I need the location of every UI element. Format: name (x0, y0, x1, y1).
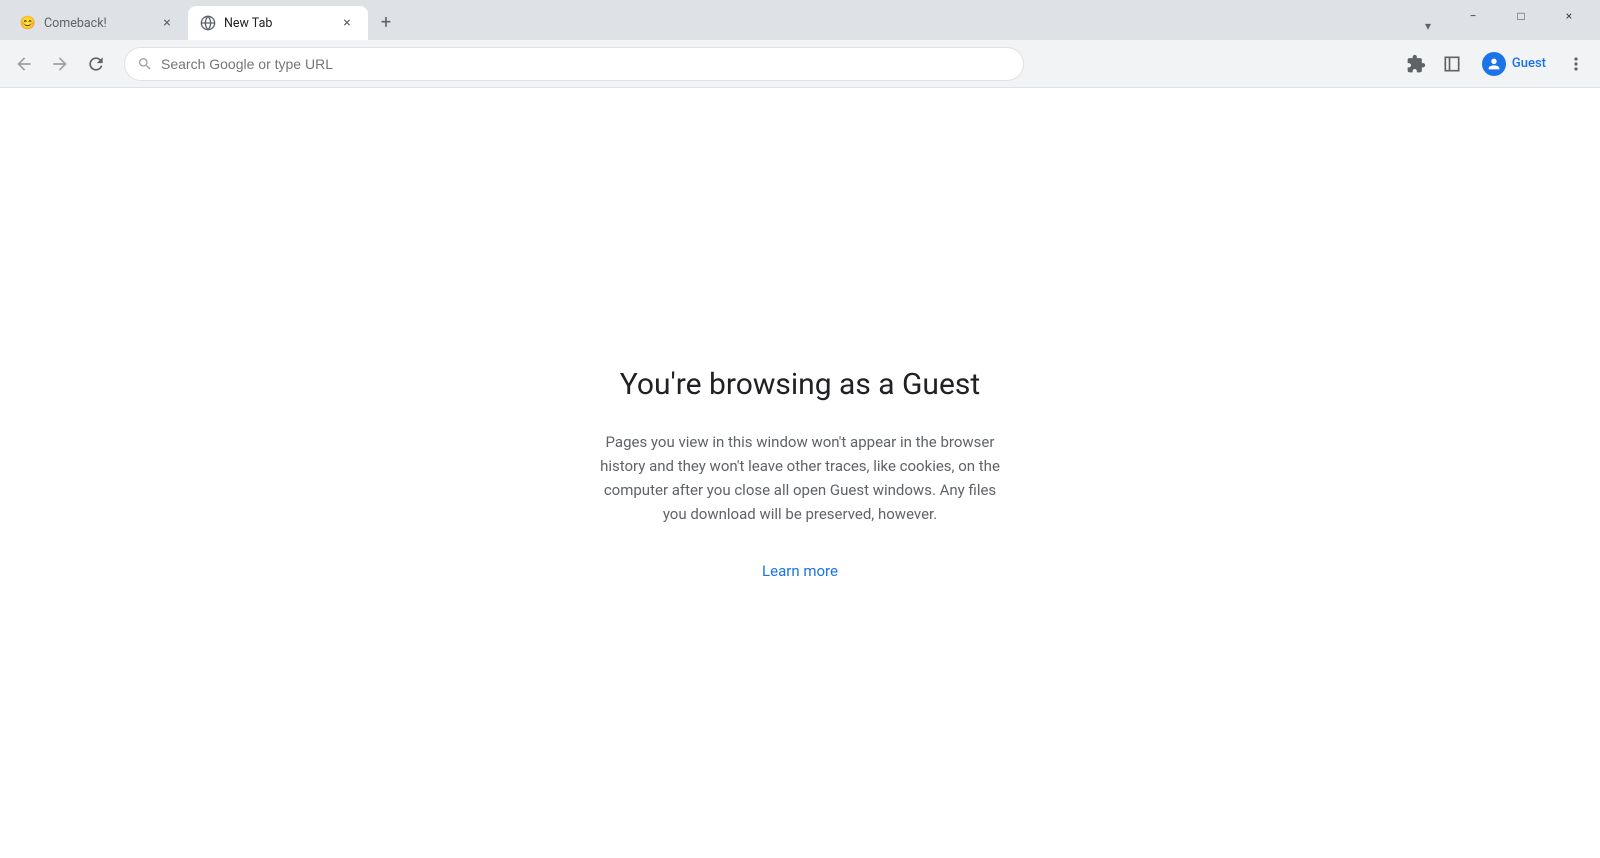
main-content: You're browsing as a Guest Pages you vie… (0, 88, 1600, 858)
address-bar-container (124, 47, 1024, 81)
reload-icon (86, 54, 106, 74)
tab-comeback-title: Comeback! (44, 16, 150, 31)
extensions-button[interactable] (1400, 48, 1432, 80)
tab-new-title: New Tab (224, 16, 330, 31)
guest-description: Pages you view in this window won't appe… (600, 430, 1000, 526)
forward-button[interactable] (44, 48, 76, 80)
sidebar-icon (1442, 54, 1462, 74)
profile-label: Guest (1512, 56, 1546, 71)
tabs-container: 😊 Comeback! × New Tab × + (0, 0, 1414, 40)
extensions-icon (1406, 54, 1426, 74)
menu-button[interactable] (1560, 48, 1592, 80)
tab-new-close[interactable]: × (338, 14, 356, 32)
sidebar-toggle-button[interactable] (1436, 48, 1468, 80)
forward-icon (50, 54, 70, 74)
profile-button[interactable]: Guest (1472, 48, 1556, 80)
back-button[interactable] (8, 48, 40, 80)
minimize-button[interactable]: − (1450, 0, 1496, 32)
toolbar-right: Guest (1400, 48, 1592, 80)
learn-more-link[interactable]: Learn more (762, 562, 838, 580)
tab-new[interactable]: New Tab × (188, 6, 368, 40)
guest-heading: You're browsing as a Guest (620, 367, 980, 402)
tab-list-button[interactable]: ▾ (1414, 12, 1442, 40)
tab-comeback-close[interactable]: × (158, 14, 176, 32)
tab-new-favicon (200, 15, 216, 31)
address-bar[interactable] (124, 47, 1024, 81)
reload-button[interactable] (80, 48, 112, 80)
menu-icon (1566, 54, 1586, 74)
maximize-button[interactable]: □ (1498, 0, 1544, 32)
window-controls: − □ × (1442, 0, 1600, 40)
profile-avatar (1482, 52, 1506, 76)
toolbar: Guest (0, 40, 1600, 88)
tab-comeback-favicon: 😊 (20, 15, 36, 31)
tab-list-icon: ▾ (1425, 19, 1431, 33)
new-tab-button[interactable]: + (372, 8, 400, 36)
address-input[interactable] (161, 56, 1011, 72)
title-bar: 😊 Comeback! × New Tab × + ▾ − □ × (0, 0, 1600, 40)
back-icon (14, 54, 34, 74)
search-icon (137, 56, 153, 72)
tab-comeback[interactable]: 😊 Comeback! × (8, 6, 188, 40)
close-button[interactable]: × (1546, 0, 1592, 32)
